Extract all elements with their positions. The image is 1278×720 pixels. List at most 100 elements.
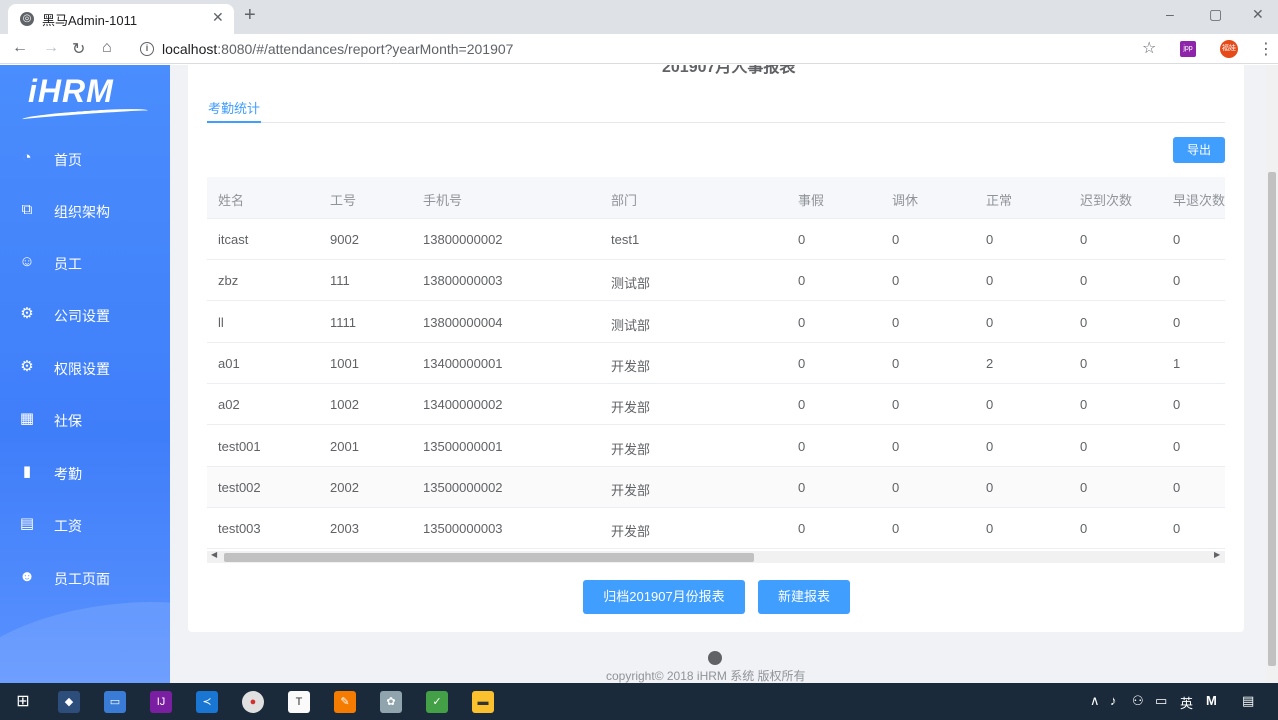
scroll-right-arrow-icon[interactable]: ▶ [1214,550,1220,559]
page-title: 201907月人事报表 [662,65,796,76]
info-icon[interactable]: i [140,42,154,56]
table-row[interactable]: ll 1111 13800000004 测试部 0 0 0 0 0 [207,301,1225,343]
table-header: 姓名 工号 手机号 部门 事假 调休 正常 迟到次数 早退次数 [207,177,1225,219]
table-cell: 13400000001 [423,355,503,371]
table-icon: ▤ [19,515,35,532]
table-cell: 测试部 [611,276,651,292]
table-cell: 0 [1080,479,1088,495]
table-cell: 1 [1173,355,1181,371]
sidebar: iHRM ◔ 首页 ⧉ 组织架构 ☺ 员工 ⚙ 公司设置 ⚙ 权限设置 ▦ 社保… [0,65,170,683]
table-row[interactable]: a02 1002 13400000002 开发部 0 0 0 0 0 [207,384,1225,426]
table-row[interactable]: test001 2001 13500000001 开发部 0 0 0 0 0 [207,425,1225,467]
table-cell: 0 [798,438,806,454]
scroll-left-arrow-icon[interactable]: ◀ [211,550,217,559]
minimize-icon[interactable]: – [1166,6,1174,22]
ime-indicator[interactable]: 英 [1180,693,1193,712]
notepad-icon[interactable]: ✓ [426,691,448,713]
table-cell: 2001 [330,438,359,454]
column-header: 部门 [611,193,638,208]
intellij-icon[interactable]: IJ [150,691,172,713]
forward-icon[interactable]: → [43,39,59,57]
battery-icon[interactable]: ▭ [1155,693,1167,709]
column-header: 手机号 [423,193,463,208]
browser-tab[interactable]: ◎ 黑马Admin-1011 ✕ [8,4,234,34]
ime-mode-indicator[interactable]: M [1206,693,1217,708]
table-cell: 0 [892,479,900,495]
table-cell: 1001 [330,355,359,371]
table-row[interactable]: a01 1001 13400000001 开发部 0 0 2 0 1 [207,342,1225,384]
horizontal-scrollbar-thumb[interactable] [224,553,754,562]
sidebar-item-attendance[interactable]: ▮ 考勤 [0,452,170,492]
notification-icon[interactable]: ▤ [1242,693,1254,709]
browser-tab-bar: ◎ 黑马Admin-1011 ✕ + – ▢ ✕ [0,0,1278,34]
new-report-button[interactable]: 新建报表 [758,580,850,614]
typora-icon[interactable]: T [288,691,310,713]
bookmark-star-icon[interactable]: ☆ [1142,38,1156,58]
table-cell: 0 [798,314,806,330]
folder-icon[interactable]: ▬ [472,691,494,713]
home-icon[interactable]: ⌂ [102,39,112,57]
menu-icon[interactable]: ⋮ [1258,39,1274,59]
sidebar-item-employee-page[interactable]: ☻ 员工页面 [0,557,170,597]
vscode-icon[interactable]: ≺ [196,691,218,713]
table-cell: 0 [892,521,900,537]
maximize-icon[interactable]: ▢ [1209,6,1222,23]
table-cell: 0 [798,232,806,247]
back-icon[interactable]: ← [12,39,28,57]
sidebar-item-home[interactable]: ◔ 首页 [0,138,170,178]
volume-icon[interactable]: ♪ [1110,693,1117,708]
table-cell: 0 [798,355,806,371]
tab-attendance-stats[interactable]: 考勤统计 [208,98,260,117]
sidebar-item-company-settings[interactable]: ⚙ 公司设置 [0,294,170,334]
new-tab-icon[interactable]: + [244,4,256,27]
column-header: 调休 [892,193,919,208]
app-icon[interactable]: ▭ [104,691,126,713]
network-icon[interactable]: ⚇ [1132,693,1144,709]
address-bar[interactable]: localhost:8080/#/attendances/report?year… [162,41,513,57]
table-cell: 0 [892,438,900,454]
table-row[interactable]: itcast 9002 13800000002 test1 0 0 0 0 0 [207,219,1225,260]
vertical-scrollbar-thumb[interactable] [1268,172,1276,666]
table-row[interactable]: test003 2003 13500000003 开发部 0 0 0 0 0 [207,508,1225,550]
table-cell: 2 [986,355,994,371]
profile-avatar[interactable]: 福娃 [1220,40,1238,58]
column-header: 事假 [798,193,825,208]
windows-start-icon[interactable]: ⊞ [12,691,34,713]
dashboard-icon: ◔ [22,149,32,166]
table-cell: 0 [798,479,806,495]
table-cell: 0 [986,273,994,289]
column-header: 早退次数 [1173,193,1225,208]
table-cell: itcast [218,232,249,247]
sidebar-item-employees[interactable]: ☺ 员工 [0,242,170,282]
app-icon[interactable]: ◆ [58,691,80,713]
archive-report-button[interactable]: 归档201907月份报表 [583,580,745,614]
report-card: 201907月人事报表 考勤统计 导出 姓名 工号 手机号 部门 事假 调休 正… [188,65,1244,632]
close-window-icon[interactable]: ✕ [1252,6,1264,23]
app-icon[interactable]: ✎ [334,691,356,713]
extension-icon[interactable]: jpp [1180,41,1196,57]
windows-taskbar: ⊞ ◆ ▭ IJ ≺ ● T ✎ ✿ ✓ ▬ ∧ ♪ ⚇ ▭ 英 M ▤ [0,683,1278,720]
export-button[interactable]: 导出 [1173,137,1225,163]
sidebar-item-label: 公司设置 [54,308,110,324]
table-cell: 0 [892,273,900,289]
table-cell: 0 [1173,232,1181,247]
table-cell: 13800000002 [423,232,503,247]
tray-chevron-icon[interactable]: ∧ [1090,693,1100,709]
sidebar-item-social-security[interactable]: ▦ 社保 [0,399,170,439]
table-cell: 13500000003 [423,521,503,537]
table-cell: test002 [218,479,261,495]
gear-icon: ⚙ [20,305,34,322]
table-row[interactable]: test002 2002 13500000002 开发部 0 0 0 0 0 [207,466,1225,508]
app-icon[interactable]: ✿ [380,691,402,713]
table-cell: 测试部 [611,317,651,333]
sidebar-item-permissions[interactable]: ⚙ 权限设置 [0,347,170,387]
github-icon[interactable] [708,651,722,665]
table-cell: 0 [1173,314,1181,330]
sidebar-item-org[interactable]: ⧉ 组织架构 [0,190,170,230]
chrome-icon[interactable]: ● [242,691,264,713]
reload-icon[interactable]: ↻ [72,39,85,59]
table-cell: test001 [218,438,261,454]
table-row[interactable]: zbz 111 13800000003 测试部 0 0 0 0 0 [207,260,1225,302]
sidebar-item-salary[interactable]: ▤ 工资 [0,504,170,544]
close-tab-icon[interactable]: ✕ [212,9,224,26]
